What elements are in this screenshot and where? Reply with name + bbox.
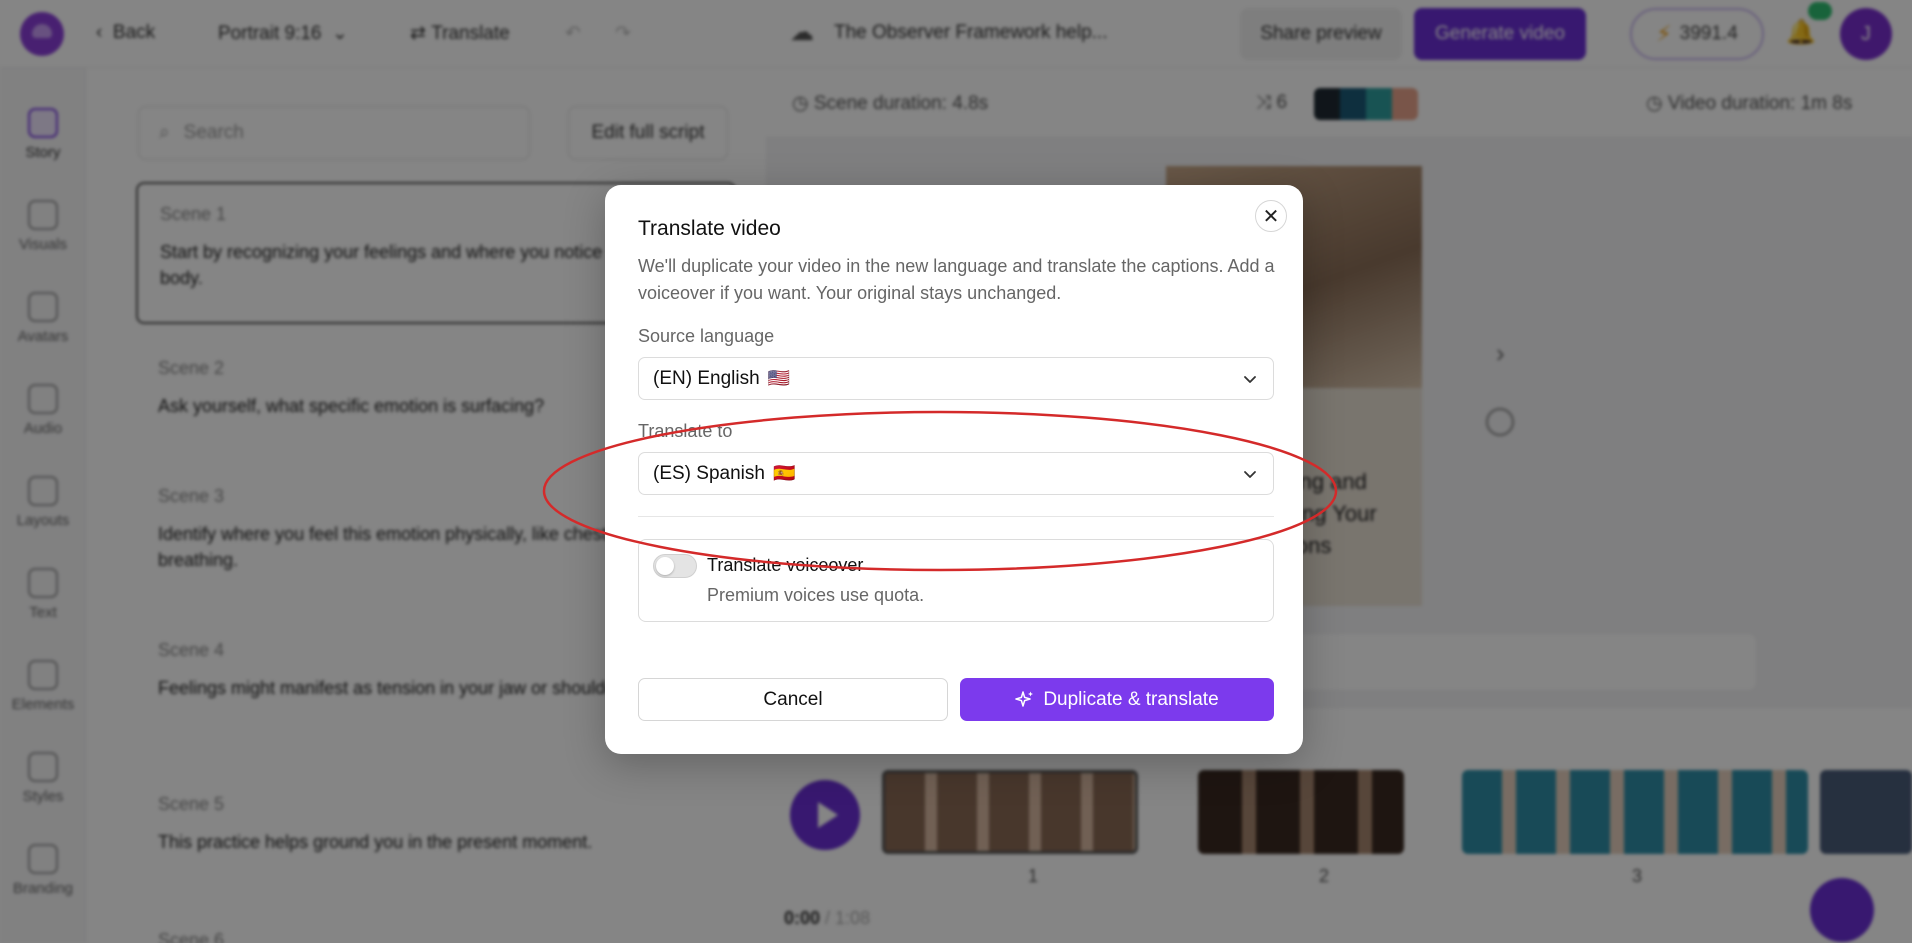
cancel-button[interactable]: Cancel — [638, 678, 948, 721]
divider — [638, 516, 1274, 517]
translate-video-dialog: ✕ Translate video We'll duplicate your v… — [605, 185, 1303, 754]
us-flag-icon: 🇺🇸 — [767, 368, 791, 388]
source-language-select[interactable]: (EN) English 🇺🇸 — [638, 357, 1274, 400]
sparkle-icon — [1015, 690, 1034, 707]
dialog-description: We'll duplicate your video in the new la… — [638, 256, 1275, 303]
voiceover-option: Translate voiceover Premium voices use q… — [638, 539, 1274, 622]
spain-flag-icon: 🇪🇸 — [772, 463, 796, 483]
target-language-select[interactable]: (ES) Spanish 🇪🇸 — [638, 452, 1274, 495]
source-language-value: (EN) English — [653, 367, 760, 389]
duplicate-translate-button[interactable]: Duplicate & translate — [960, 678, 1274, 721]
dialog-title: Translate video — [638, 217, 781, 240]
chevron-down-icon — [1244, 471, 1256, 478]
duplicate-translate-label: Duplicate & translate — [1043, 688, 1219, 710]
target-language-value: (ES) Spanish — [653, 462, 765, 484]
source-language-label: Source language — [638, 326, 775, 346]
close-icon[interactable]: ✕ — [1255, 200, 1287, 232]
voiceover-subtitle: Premium voices use quota. — [707, 585, 925, 605]
voiceover-toggle[interactable] — [653, 554, 697, 578]
chevron-down-icon — [1244, 376, 1256, 383]
translate-to-label: Translate to — [638, 421, 733, 441]
voiceover-title: Translate voiceover — [707, 555, 864, 575]
